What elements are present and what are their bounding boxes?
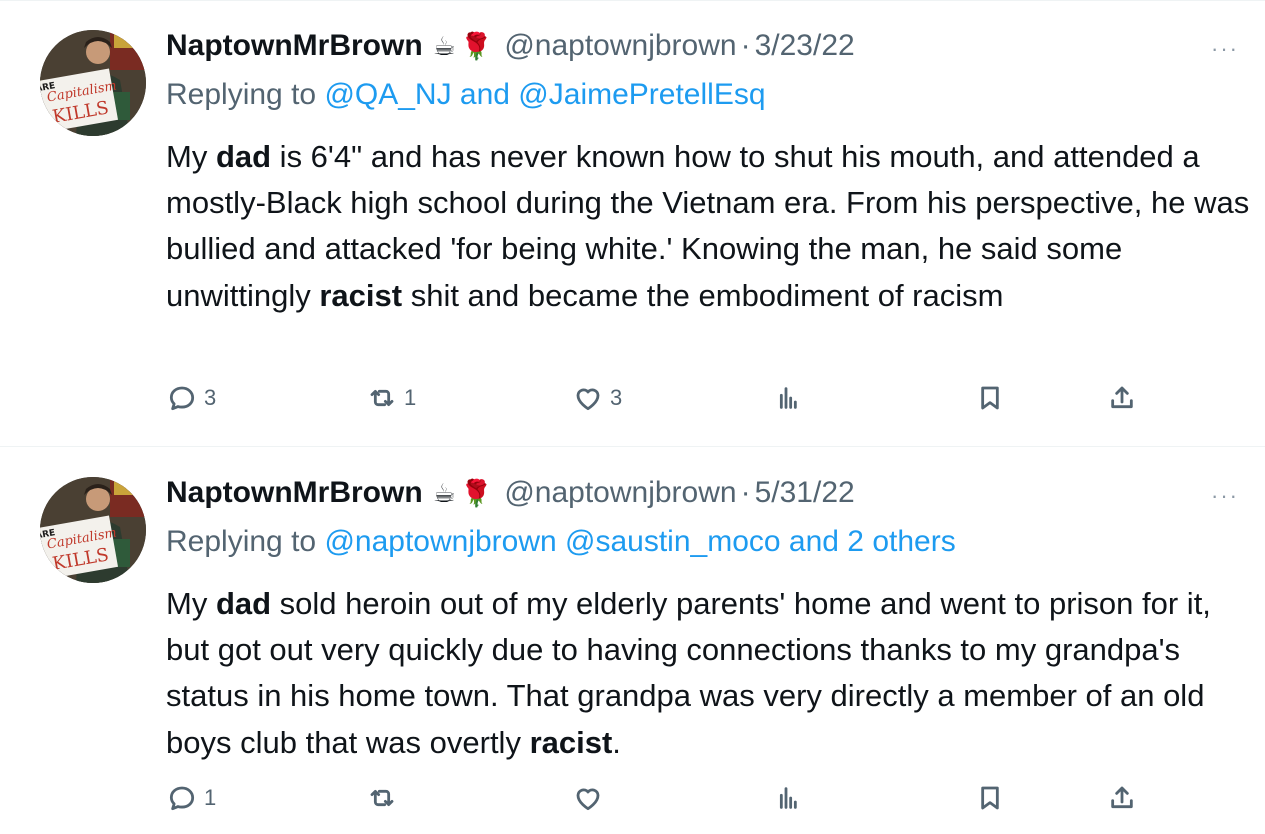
tweet-text: My dad sold heroin out of my elderly par… xyxy=(166,581,1251,766)
reply-targets-link[interactable]: @QA_NJ and @JaimePretellEsq xyxy=(324,78,765,111)
tweet-header: NaptownMrBrown ☕ 🌹 @naptownjbrown · 5/31… xyxy=(166,475,855,511)
bookmark-icon xyxy=(981,786,999,810)
separator-dot: · xyxy=(740,476,751,509)
bookmark-button[interactable] xyxy=(974,378,1006,418)
reply-count: 1 xyxy=(204,785,217,810)
tweet[interactable]: Capitalism KILLS ARE NaptownMrBrown ☕ 🌹 … xyxy=(0,447,1265,834)
views-button[interactable] xyxy=(772,378,804,418)
reply-icon xyxy=(169,386,195,411)
avatar[interactable]: Capitalism KILLS ARE xyxy=(40,30,146,136)
share-button[interactable] xyxy=(1106,378,1138,418)
share-icon xyxy=(1111,786,1133,809)
action-bar: 1 xyxy=(166,778,1166,818)
views-button[interactable] xyxy=(772,778,804,818)
reply-targets-link[interactable]: @naptownjbrown @saustin_moco and 2 other… xyxy=(324,525,955,558)
retweet-icon xyxy=(370,389,394,407)
rose-emoji: 🌹 xyxy=(459,30,493,61)
more-icon[interactable]: ··· xyxy=(1211,485,1239,507)
replying-to: Replying to @naptownjbrown @saustin_moco… xyxy=(166,525,956,559)
tweet[interactable]: Capitalism KILLS ARE NaptownMrBrown ☕ 🌹 … xyxy=(0,0,1265,447)
coffee-emoji: ☕ xyxy=(432,477,456,508)
text-span: . xyxy=(612,724,621,760)
heart-icon xyxy=(576,388,600,411)
reply-icon xyxy=(169,786,195,811)
replying-to-label: Replying to xyxy=(166,525,325,558)
avatar[interactable]: Capitalism KILLS ARE xyxy=(40,477,146,583)
author-name[interactable]: NaptownMrBrown xyxy=(166,476,423,510)
views-icon xyxy=(779,387,797,409)
text-bold: racist xyxy=(529,724,613,760)
coffee-emoji: ☕ xyxy=(432,30,456,61)
text-bold: racist xyxy=(319,277,403,313)
like-button[interactable] xyxy=(572,778,610,818)
retweet-button[interactable] xyxy=(366,778,404,818)
text-span: sold heroin out of my elderly parents' h… xyxy=(166,586,1211,760)
reply-button[interactable]: 3 xyxy=(166,378,216,418)
author-name[interactable]: NaptownMrBrown xyxy=(166,29,423,63)
text-span: My xyxy=(166,586,216,621)
tweet-header: NaptownMrBrown ☕ 🌹 @naptownjbrown · 3/23… xyxy=(166,28,855,64)
share-button[interactable] xyxy=(1106,778,1138,818)
text-span: shit and became the embodiment of racism xyxy=(402,277,1004,313)
more-icon[interactable]: ··· xyxy=(1211,38,1239,60)
separator-dot: · xyxy=(740,29,751,62)
text-bold: dad xyxy=(215,139,272,174)
text-bold: dad xyxy=(215,586,272,621)
tweet-date[interactable]: 3/23/22 xyxy=(755,29,855,63)
reply-button[interactable]: 1 xyxy=(166,778,216,818)
heart-icon xyxy=(576,788,600,811)
author-handle[interactable]: @naptownjbrown xyxy=(504,476,736,510)
replying-to: Replying to @QA_NJ and @JaimePretellEsq xyxy=(166,78,766,112)
bookmark-button[interactable] xyxy=(974,778,1006,818)
author-handle[interactable]: @naptownjbrown xyxy=(504,29,736,63)
share-icon xyxy=(1111,386,1133,409)
views-icon xyxy=(779,787,797,809)
action-bar: 3 1 3 xyxy=(166,378,1166,418)
replying-to-label: Replying to xyxy=(166,78,325,111)
tweet-text: My dad is 6'4" and has never known how t… xyxy=(166,134,1251,319)
retweet-button[interactable]: 1 xyxy=(366,378,416,418)
retweet-icon xyxy=(370,789,394,807)
tweet-date[interactable]: 5/31/22 xyxy=(755,476,855,510)
bookmark-icon xyxy=(981,386,999,410)
rose-emoji: 🌹 xyxy=(459,477,493,508)
reply-count: 3 xyxy=(204,385,217,410)
text-span: My xyxy=(166,139,216,174)
like-count: 3 xyxy=(610,385,623,410)
like-button[interactable]: 3 xyxy=(572,378,622,418)
retweet-count: 1 xyxy=(404,385,417,410)
